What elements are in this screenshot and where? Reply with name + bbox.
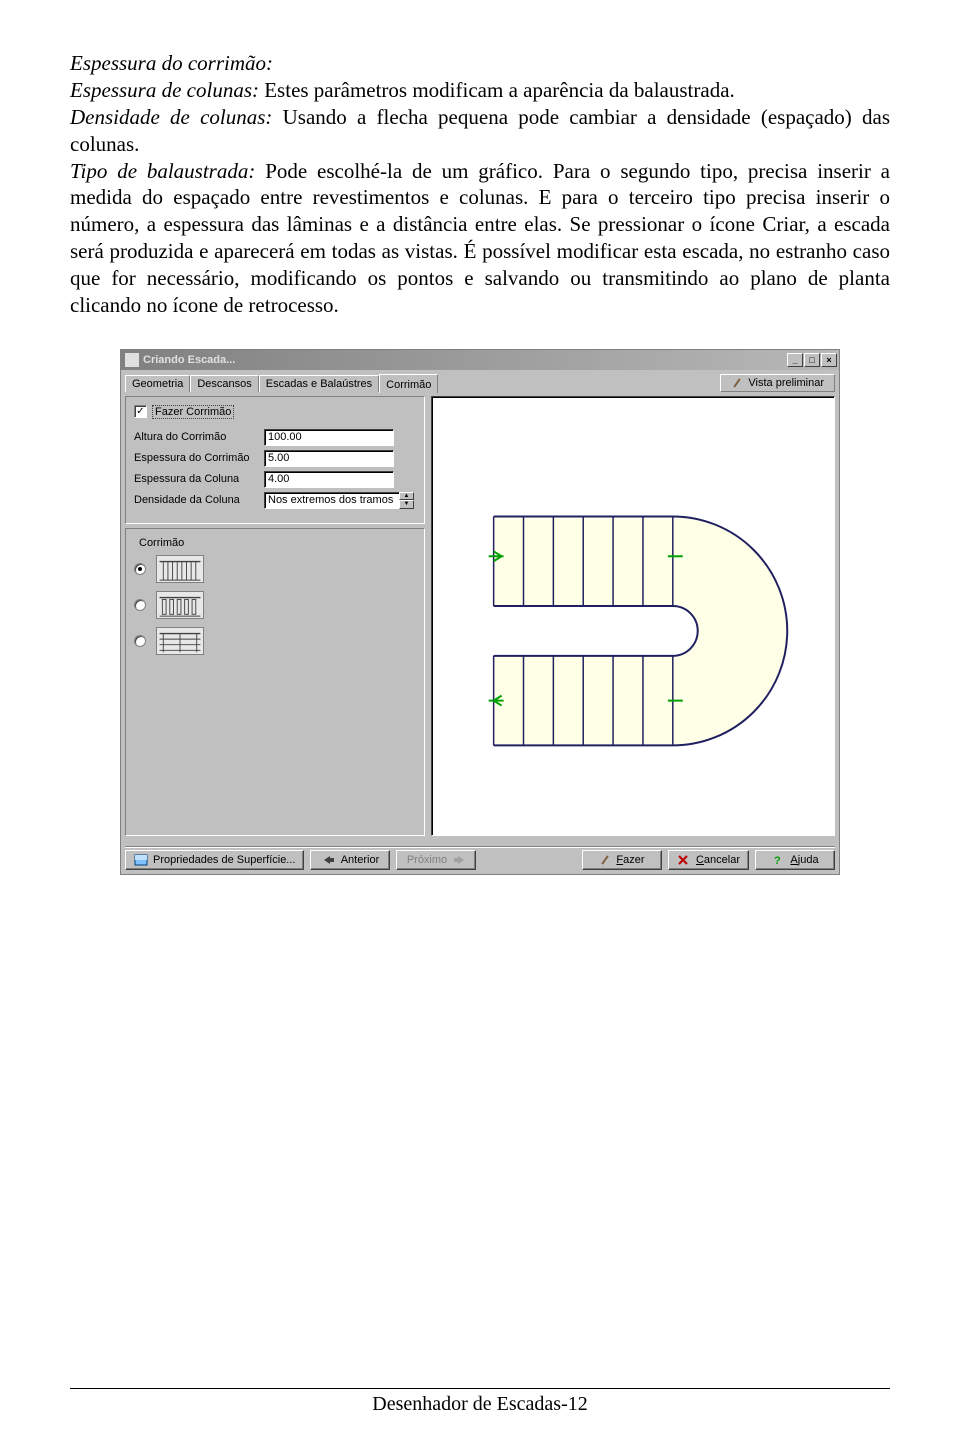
label-espessura-coluna-field: Espessura da Coluna — [134, 473, 264, 485]
tab-descansos[interactable]: Descansos — [190, 375, 258, 392]
pencil-icon — [731, 377, 743, 389]
close-button[interactable]: × — [821, 353, 837, 367]
rail-style-thumb-1[interactable] — [156, 555, 204, 583]
label-densidade-colunas: Densidade de colunas: — [70, 105, 272, 129]
corrimao-type-group: Corrimão — [125, 528, 425, 836]
input-espessura-coluna[interactable]: 4.00 — [264, 471, 394, 488]
anterior-button[interactable]: Anterior — [310, 850, 390, 870]
pencil-icon — [599, 854, 611, 866]
preview-panel — [431, 396, 835, 836]
minimize-button[interactable]: _ — [787, 353, 803, 367]
ajuda-button[interactable]: ? Ajuda — [755, 850, 835, 870]
rail-style-thumb-3[interactable] — [156, 627, 204, 655]
x-icon — [677, 854, 691, 866]
label-tipo-balaustrada: Tipo de balaustrada: — [70, 159, 255, 183]
fazer-label: Fazer — [616, 854, 644, 866]
tab-strip: Geometria Descansos Escadas e Balaústres… — [125, 374, 438, 392]
surface-properties-icon — [134, 854, 148, 866]
propriedades-superficie-button[interactable]: Propriedades de Superfície... — [125, 850, 304, 870]
fields-group: ✓ Fazer Corrimão Altura do Corrimão 100.… — [125, 396, 425, 524]
arrow-left-icon — [322, 854, 336, 866]
cancelar-label: Cancelar — [696, 854, 740, 866]
corrimao-type-radio-1[interactable] — [134, 563, 146, 575]
fazer-button[interactable]: Fazer — [582, 850, 662, 870]
label-espessura-corrimao-field: Espessura do Corrimão — [134, 452, 264, 464]
body-paragraph: Espessura do corrimão: Espessura de colu… — [70, 50, 890, 319]
dialog-button-row: Propriedades de Superfície... Anterior P… — [125, 846, 835, 870]
combo-densidade-coluna[interactable]: Nos extremos dos tramos ▲ ▼ — [264, 492, 414, 509]
tab-corrimao[interactable]: Corrimão — [379, 374, 438, 393]
ajuda-label: Ajuda — [790, 854, 818, 866]
arrow-right-icon — [452, 854, 466, 866]
anterior-label: Anterior — [341, 854, 380, 866]
fazer-corrimao-label: Fazer Corrimão — [152, 405, 234, 419]
titlebar[interactable]: Criando Escada... _ □ × — [121, 350, 839, 370]
cancelar-button[interactable]: Cancelar — [668, 850, 749, 870]
label-altura-corrimao: Altura do Corrimão — [134, 431, 264, 443]
vista-preliminar-button[interactable]: Vista preliminar — [720, 374, 835, 392]
tab-escadas-balaustres[interactable]: Escadas e Balaústres — [259, 375, 379, 392]
window-title: Criando Escada... — [143, 354, 235, 366]
page-footer: Desenhador de Escadas-12 — [70, 1388, 890, 1416]
corrimao-group-title: Corrimão — [136, 537, 187, 549]
tab-geometria[interactable]: Geometria — [125, 375, 190, 392]
corrimao-type-radio-2[interactable] — [134, 599, 146, 611]
label-espessura-colunas: Espessura de colunas: — [70, 78, 259, 102]
dialog-window: Criando Escada... _ □ × Geometria Descan… — [120, 349, 840, 875]
help-icon: ? — [771, 854, 785, 866]
fazer-corrimao-checkbox[interactable]: ✓ — [134, 405, 147, 418]
combo-densidade-value: Nos extremos dos tramos — [264, 492, 399, 509]
svg-text:?: ? — [774, 855, 781, 866]
combo-up-arrow-icon[interactable]: ▲ — [399, 492, 414, 501]
input-espessura-corrimao[interactable]: 5.00 — [264, 450, 394, 467]
label-espessura-corrimao: Espessura do corrimão: — [70, 51, 273, 75]
label-densidade-coluna-field: Densidade da Coluna — [134, 494, 264, 506]
vista-preliminar-label: Vista preliminar — [748, 377, 824, 389]
proximo-label: Próximo — [407, 854, 447, 866]
app-icon — [125, 353, 139, 367]
corrimao-type-radio-3[interactable] — [134, 635, 146, 647]
stair-plan-preview-icon — [432, 397, 834, 835]
input-altura-corrimao[interactable]: 100.00 — [264, 429, 394, 446]
rail-style-thumb-2[interactable] — [156, 591, 204, 619]
propriedades-label: Propriedades de Superfície... — [153, 854, 295, 866]
text-espessura-colunas: Estes parâmetros modificam a aparência d… — [259, 78, 735, 102]
combo-down-arrow-icon[interactable]: ▼ — [399, 500, 414, 509]
maximize-button[interactable]: □ — [804, 353, 820, 367]
proximo-button: Próximo — [396, 850, 476, 870]
